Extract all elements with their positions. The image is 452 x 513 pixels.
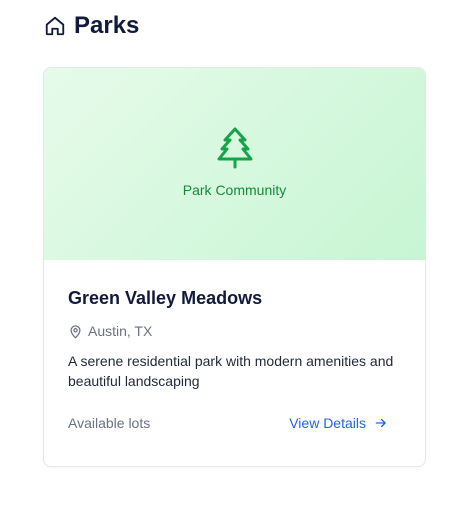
location-text: Austin, TX [88, 323, 153, 339]
tree-icon [215, 126, 255, 170]
view-details-link[interactable]: View Details [289, 415, 388, 431]
park-description: A serene residential park with modern am… [68, 353, 394, 389]
availability-label: Available lots [68, 415, 151, 431]
park-card-body: Green Valley Meadows Austin, TX A serene… [44, 260, 425, 431]
page-header: Parks [44, 12, 139, 40]
park-card[interactable]: Park Community Green Valley Meadows Aust… [43, 67, 426, 467]
park-card-hero: Park Community [44, 68, 425, 260]
park-location: Austin, TX [68, 323, 401, 339]
map-pin-icon [68, 324, 83, 339]
park-name: Green Valley Meadows [68, 288, 263, 308]
page-title: Parks [74, 12, 140, 39]
hero-label: Park Community [182, 182, 287, 198]
home-icon [44, 15, 66, 37]
park-card-footer: Available lots View Details [68, 415, 401, 431]
view-details-label: View Details [289, 415, 366, 431]
arrow-right-icon [374, 416, 388, 430]
